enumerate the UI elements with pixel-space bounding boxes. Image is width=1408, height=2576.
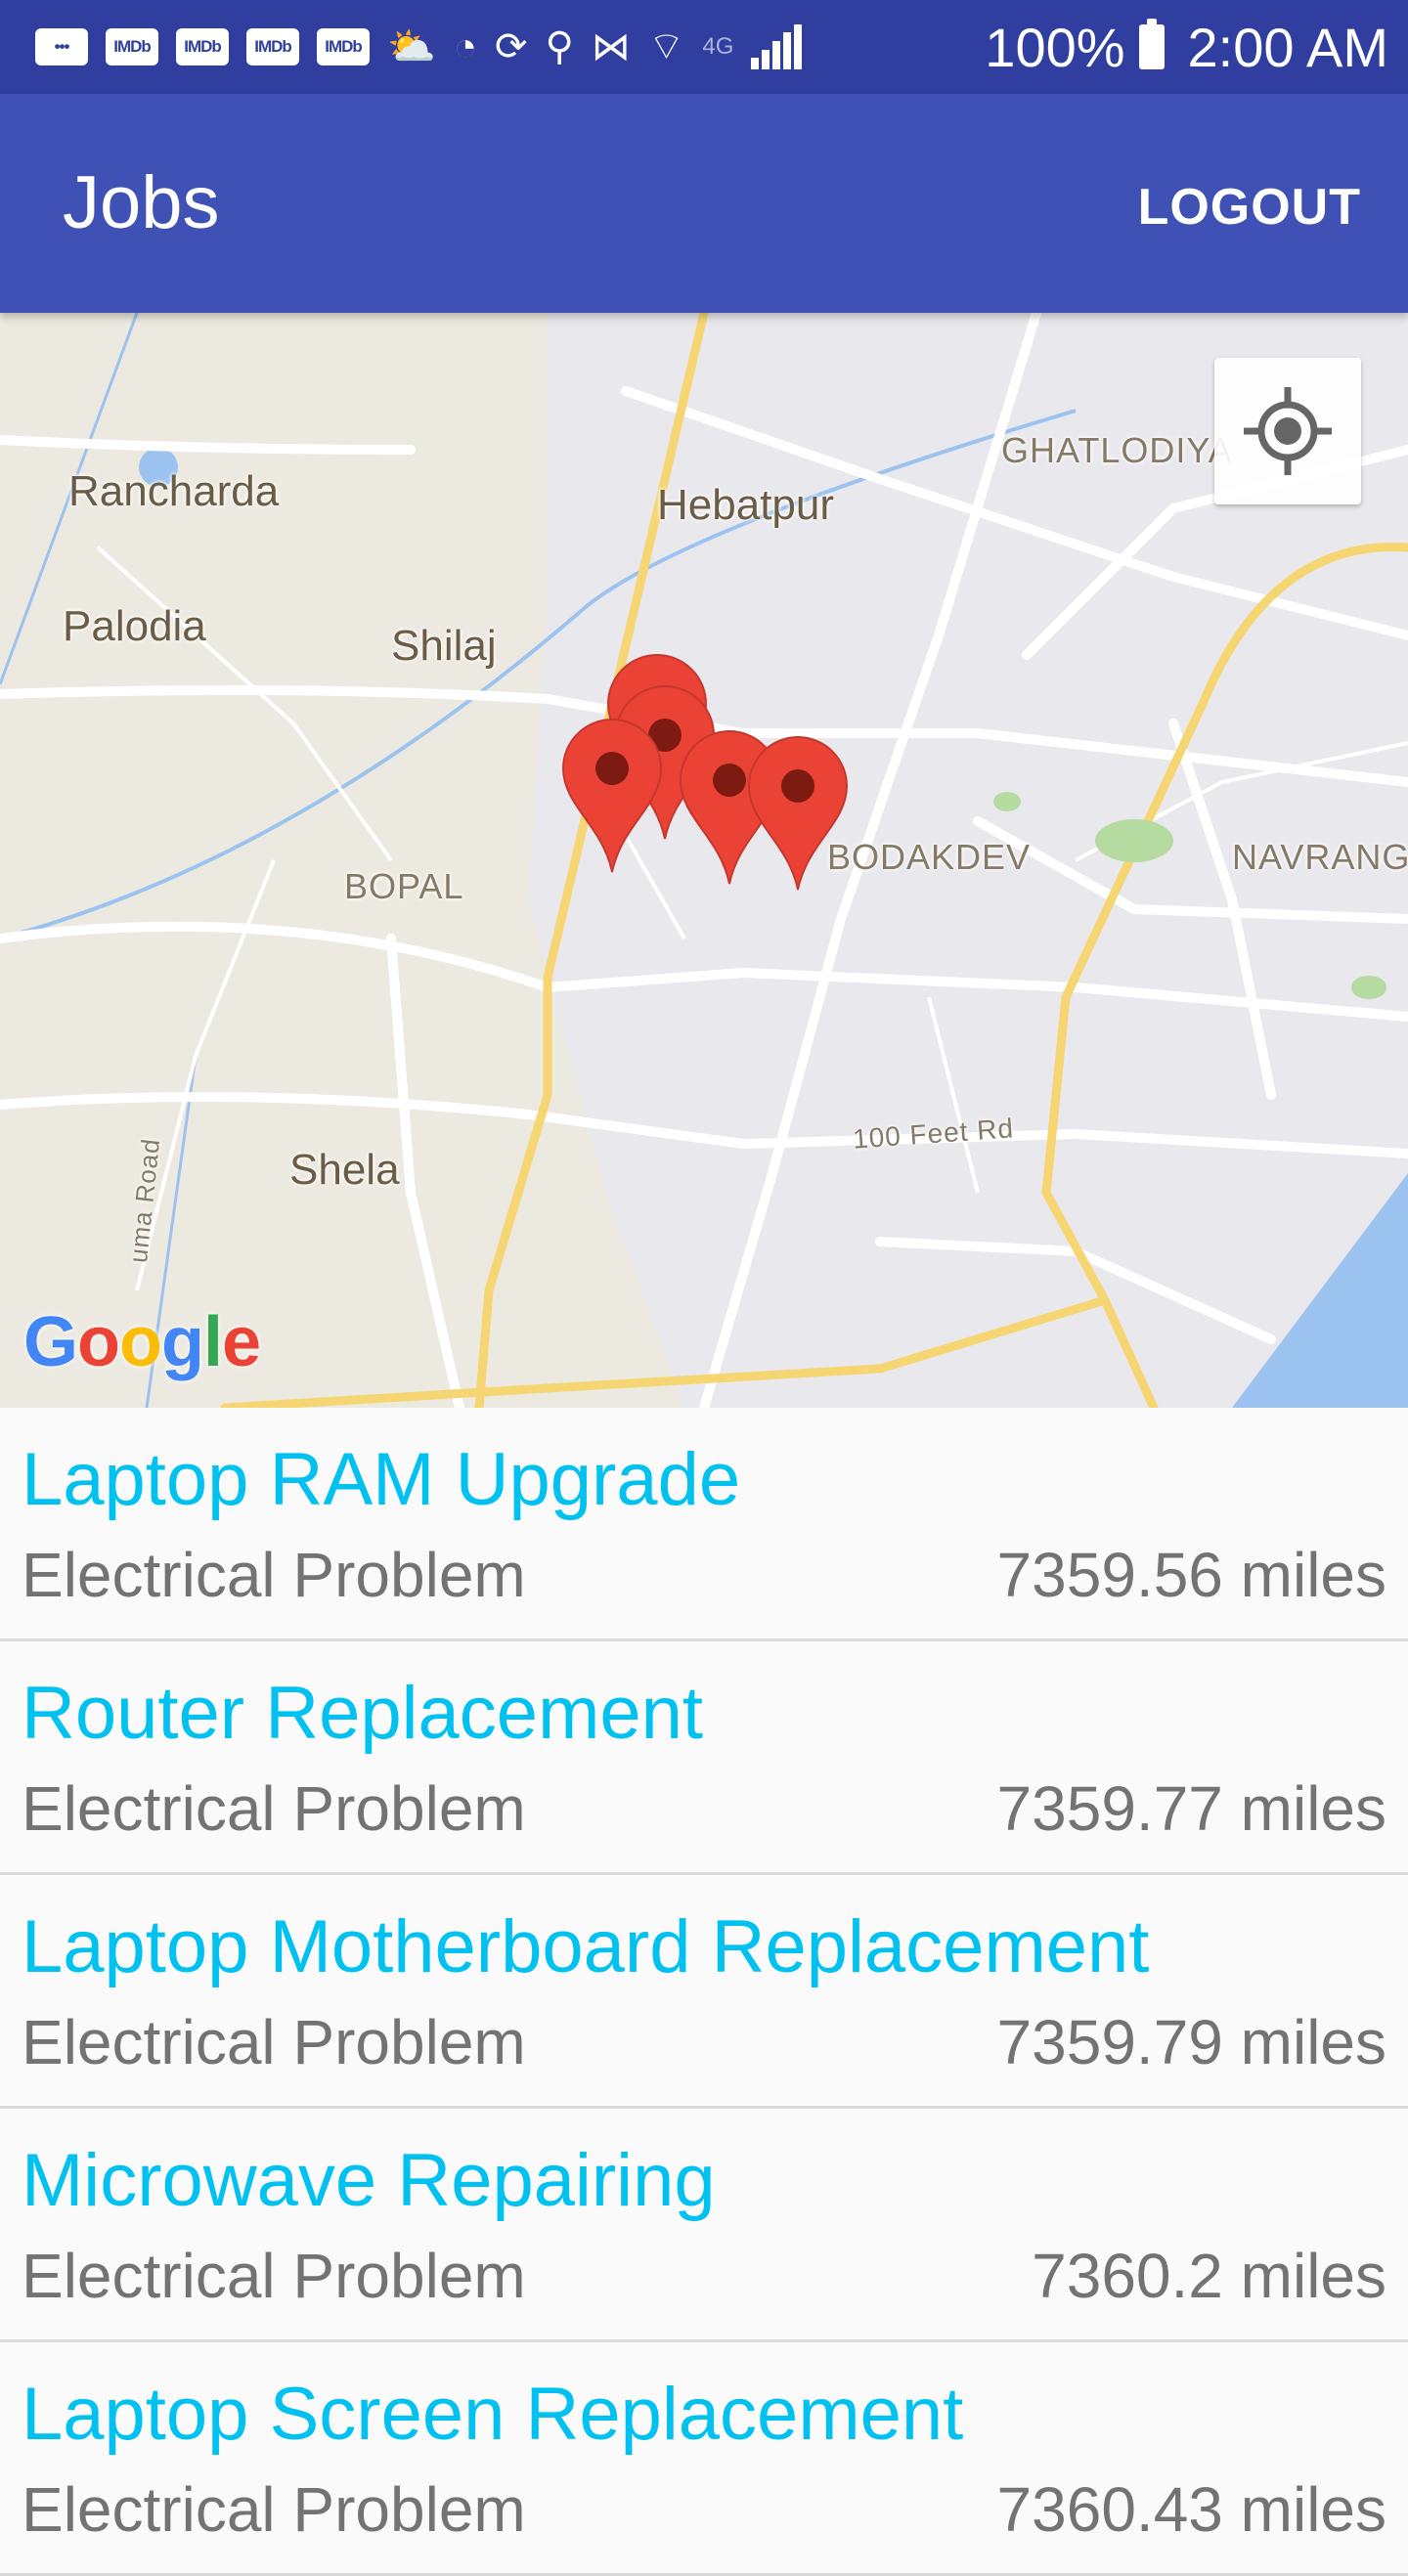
job-distance: 7359.77 miles bbox=[996, 1773, 1386, 1844]
job-marker-pin[interactable] bbox=[561, 718, 663, 874]
list-item[interactable]: Laptop Motherboard Replacement Electrica… bbox=[0, 1875, 1408, 2109]
job-title: Router Replacement bbox=[22, 1672, 704, 1755]
vibrate-icon: ⋈ bbox=[591, 25, 631, 68]
map-label-rancharda: Rancharda bbox=[68, 467, 280, 515]
list-item[interactable]: Microwave Repairing Electrical Problem 7… bbox=[0, 2109, 1408, 2342]
battery-percentage: 100% bbox=[985, 16, 1125, 78]
map-label-shela: Shela bbox=[289, 1146, 400, 1194]
map-label-navrangpura: NAVRANGP bbox=[1232, 837, 1408, 877]
job-category: Electrical Problem bbox=[22, 1773, 526, 1844]
list-item[interactable]: Laptop Screen Replacement Electrical Pro… bbox=[0, 2342, 1408, 2576]
weather-icon: ⛅ bbox=[387, 25, 436, 68]
logout-button[interactable]: LOGOUT bbox=[1138, 178, 1361, 237]
imdb-icon: IMDb bbox=[176, 28, 229, 65]
job-marker-pin[interactable] bbox=[747, 735, 849, 892]
chat-icon: ••• bbox=[35, 28, 88, 65]
job-title: Microwave Repairing bbox=[22, 2139, 716, 2222]
job-category: Electrical Problem bbox=[22, 2241, 526, 2311]
job-list: Laptop RAM Upgrade Electrical Problem 73… bbox=[0, 1408, 1408, 2576]
job-title: Laptop Screen Replacement bbox=[22, 2373, 964, 2456]
map-label-ghatlodiya: GHATLODIYA bbox=[1001, 430, 1233, 470]
job-distance: 7360.2 miles bbox=[1032, 2241, 1386, 2311]
map-view[interactable]: Rancharda Hebatpur GHATLODIYA Palodia Sh… bbox=[0, 313, 1408, 1408]
list-item[interactable]: Router Replacement Electrical Problem 73… bbox=[0, 1641, 1408, 1875]
imdb-icon: IMDb bbox=[246, 28, 299, 65]
job-title: Laptop RAM Upgrade bbox=[22, 1438, 741, 1521]
signal-icon bbox=[751, 24, 803, 69]
my-location-button[interactable] bbox=[1214, 358, 1361, 504]
vodafone-icon: ◔ bbox=[453, 25, 477, 68]
job-category: Electrical Problem bbox=[22, 1540, 526, 1610]
imdb-icon: IMDb bbox=[106, 28, 158, 65]
map-label-palodia: Palodia bbox=[63, 602, 206, 650]
page-title: Jobs bbox=[63, 161, 220, 244]
map-label-bodakdev: BODAKDEV bbox=[827, 837, 1032, 877]
map-label-bopal: BOPAL bbox=[344, 866, 464, 906]
job-distance: 7359.79 miles bbox=[996, 2007, 1386, 2077]
map-label-shilaj: Shilaj bbox=[391, 622, 497, 670]
list-item[interactable]: Laptop RAM Upgrade Electrical Problem 73… bbox=[0, 1408, 1408, 1641]
map-label-hebatpur: Hebatpur bbox=[657, 481, 835, 529]
app-bar: Jobs LOGOUT bbox=[0, 94, 1408, 313]
job-distance: 7360.43 miles bbox=[996, 2474, 1386, 2545]
location-icon: ⚲ bbox=[545, 25, 574, 68]
screen-rotate-icon: ⟳ bbox=[494, 25, 528, 68]
imdb-icon: IMDb bbox=[317, 28, 370, 65]
crosshair-icon bbox=[1244, 387, 1332, 475]
status-bar: ••• IMDb IMDb IMDb IMDb ⛅ ◔ ⟳ ⚲ ⋈ ⌔ 4G 1… bbox=[0, 0, 1408, 94]
clock: 2:00 AM bbox=[1187, 16, 1388, 78]
job-title: Laptop Motherboard Replacement bbox=[22, 1905, 1150, 1988]
google-logo[interactable]: Google bbox=[23, 1302, 261, 1382]
notification-icons: ••• IMDb IMDb IMDb IMDb ⛅ ◔ ⟳ ⚲ ⋈ ⌔ 4G bbox=[35, 24, 985, 69]
job-category: Electrical Problem bbox=[22, 2007, 526, 2077]
wifi-icon: ⌔ bbox=[647, 25, 685, 68]
job-distance: 7359.56 miles bbox=[996, 1540, 1386, 1610]
4g-icon: 4G bbox=[702, 33, 734, 60]
job-category: Electrical Problem bbox=[22, 2474, 526, 2545]
battery-icon bbox=[1138, 19, 1165, 69]
